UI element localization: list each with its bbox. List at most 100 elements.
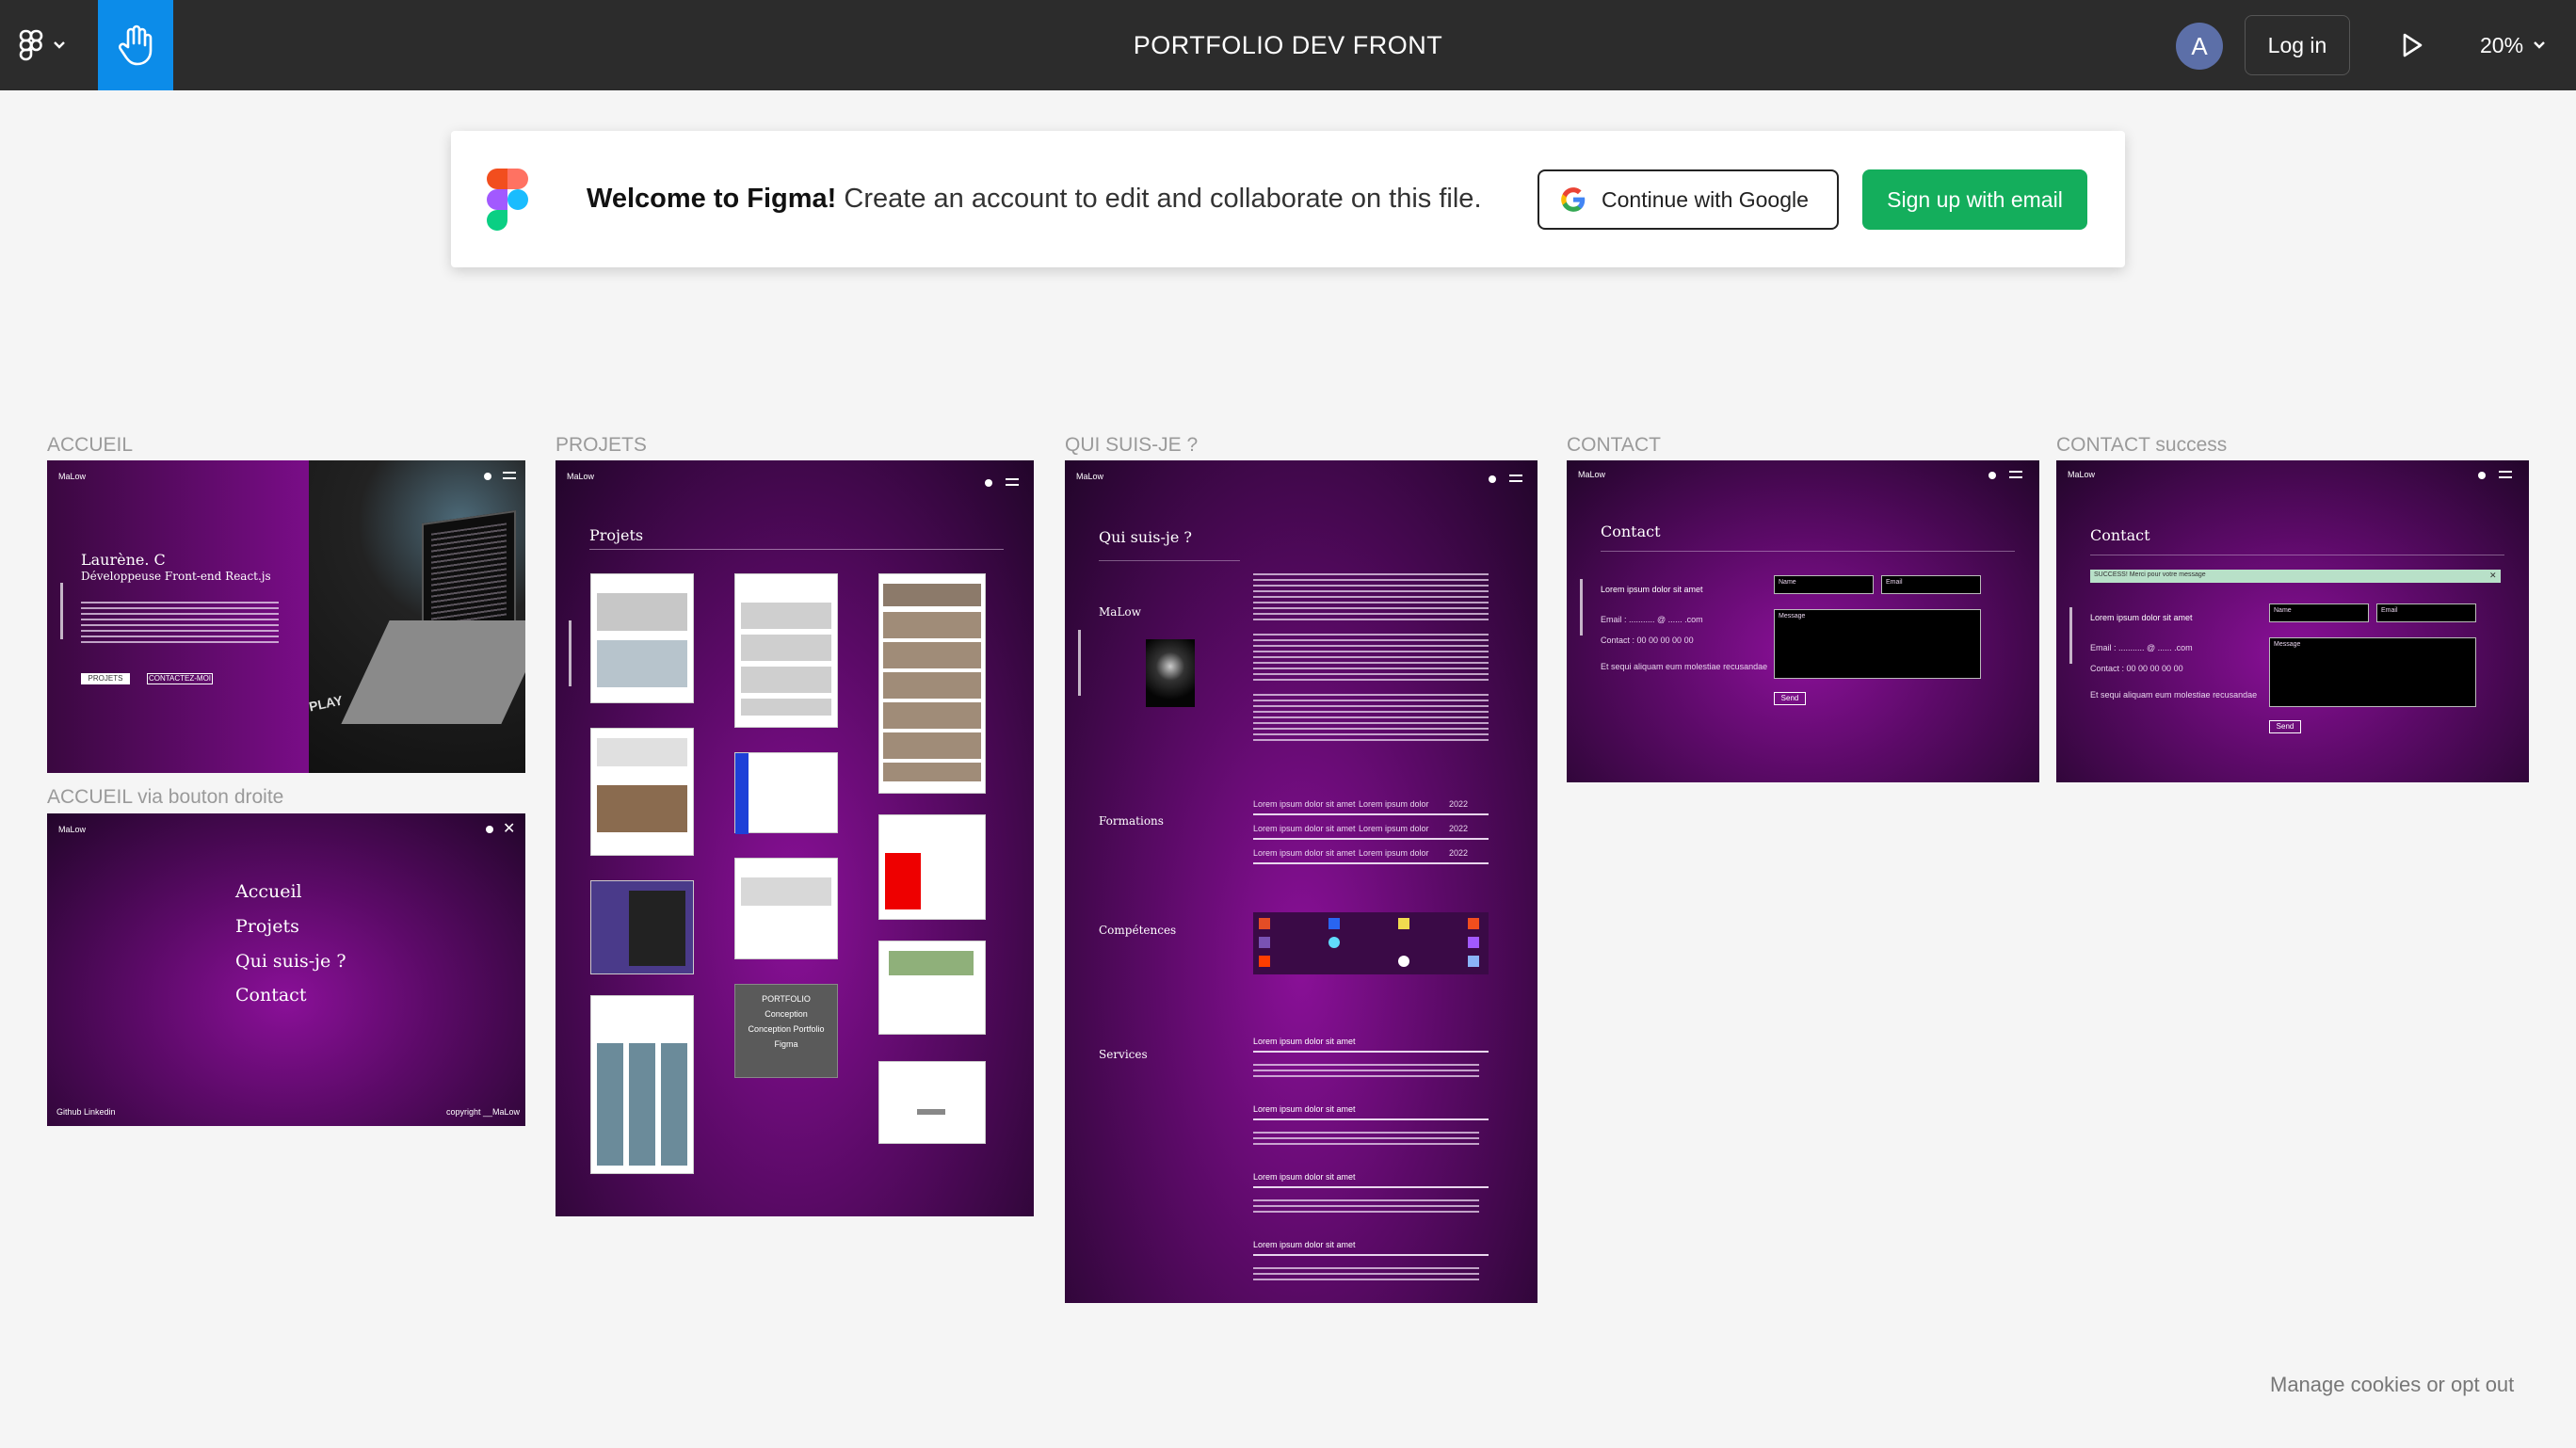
formation-cell: Lorem ipsum dolor <box>1359 848 1429 858</box>
continue-with-google-button[interactable]: Continue with Google <box>1538 169 1839 230</box>
project-thumb <box>590 880 694 974</box>
email-placeholder: Email <box>1886 579 1903 586</box>
service-title: Lorem ipsum dolor sit amet <box>1253 1172 1356 1182</box>
name-placeholder: Name <box>2274 607 2292 614</box>
zoom-level: 20% <box>2480 32 2524 57</box>
service-rule <box>1253 1186 1489 1188</box>
project-thumb <box>878 573 986 794</box>
contact-intro: Lorem ipsum dolor sit amet <box>2090 613 2193 622</box>
figma-menu-icon <box>19 29 43 61</box>
menu-icon <box>2009 471 2022 478</box>
service-title: Lorem ipsum dolor sit amet <box>1253 1240 1356 1249</box>
footer-links: Github Linkedin <box>56 1107 116 1117</box>
name-field: Name <box>1774 575 1874 594</box>
menu-item-qui: Qui suis-je ? <box>235 951 346 972</box>
formation-cell: Lorem ipsum dolor sit amet <box>1253 824 1356 833</box>
portfolio-card: PORTFOLIO Conception Conception Portfoli… <box>734 984 838 1078</box>
frame-accueil-menu[interactable]: MaLow ✕ Accueil Projets Qui suis-je ? Co… <box>47 813 525 1126</box>
hero-name: Laurène. C <box>81 551 166 569</box>
google-button-label: Continue with Google <box>1602 186 1809 212</box>
service-rule <box>1253 1118 1489 1120</box>
theme-toggle-icon <box>1988 472 1996 479</box>
contact-phone: Contact : 00 00 00 00 00 <box>2090 664 2183 673</box>
menu-icon <box>503 472 516 479</box>
card-line: Conception Portfolio <box>748 1024 825 1034</box>
present-button[interactable] <box>2391 24 2433 66</box>
figma-logo-icon <box>487 169 528 231</box>
theme-toggle-icon <box>2478 472 2486 479</box>
laptop-keyboard <box>341 620 525 724</box>
project-thumb <box>590 573 694 703</box>
contact-note: Et sequi aliquam eum molestiae recusanda… <box>1601 662 1768 671</box>
qui-heading: Qui suis-je ? <box>1099 528 1192 546</box>
close-icon: ✕ <box>2489 571 2497 580</box>
profile-photo <box>1146 639 1195 707</box>
hero-role: Développeuse Front-end React.js <box>81 570 271 583</box>
hand-tool-button[interactable] <box>98 0 173 90</box>
menu-icon <box>1006 478 1019 486</box>
login-button[interactable]: Log in <box>2245 15 2350 75</box>
formation-rule <box>1253 862 1489 864</box>
brand-logo: MaLow <box>2068 470 2096 479</box>
close-icon: ✕ <box>503 821 516 837</box>
brand-logo: MaLow <box>1578 470 1606 479</box>
brand-logo: MaLow <box>1076 472 1104 481</box>
frame-label-contact-success: CONTACT success <box>2056 434 2228 456</box>
frame-contact-success[interactable]: MaLow Contact SUCCESS! Merci pour votre … <box>2056 460 2529 782</box>
service-title: Lorem ipsum dolor sit amet <box>1253 1037 1356 1046</box>
manage-cookies-link[interactable]: Manage cookies or opt out <box>2270 1373 2514 1397</box>
frame-accueil[interactable]: MaLow PLAY Laurène. C Développeuse Front… <box>47 460 525 773</box>
menu-item-projets: Projets <box>235 916 299 937</box>
message-field: Message <box>2269 637 2476 707</box>
signup-email-button[interactable]: Sign up with email <box>1862 169 2087 230</box>
formations-heading: Formations <box>1099 814 1164 828</box>
avatar[interactable]: A <box>2176 23 2223 70</box>
toolbar: PORTFOLIO DEV FRONT A Log in 20% <box>0 0 2576 90</box>
message-placeholder: Message <box>2274 641 2301 648</box>
name-placeholder: Name <box>1779 579 1796 586</box>
welcome-message: Welcome to Figma! Create an account to e… <box>587 131 1482 267</box>
frame-projets[interactable]: MaLow Projets PORTFOLIO Conception Conce… <box>555 460 1034 1216</box>
frame-contact[interactable]: MaLow Contact Lorem ipsum dolor sit amet… <box>1567 460 2039 782</box>
frame-label-qui: QUI SUIS-JE ? <box>1065 434 1199 456</box>
project-thumb <box>878 941 986 1035</box>
formation-cell: 2022 <box>1449 848 1469 858</box>
service-rule <box>1253 1254 1489 1256</box>
frame-qui-suis-je[interactable]: MaLow Qui suis-je ? MaLow Formations Lor… <box>1065 460 1538 1303</box>
project-thumb <box>878 814 986 920</box>
heading-rule <box>1601 551 2015 552</box>
email-placeholder: Email <box>2381 607 2398 614</box>
send-button: Send <box>1774 692 1806 705</box>
formation-rule <box>1253 813 1489 815</box>
service-text <box>1253 1267 1479 1280</box>
hero-paragraph <box>81 602 279 647</box>
message-placeholder: Message <box>1779 613 1806 619</box>
social-sidebar <box>1580 579 1583 636</box>
social-sidebar <box>2069 607 2072 664</box>
service-rule <box>1253 1051 1489 1053</box>
hand-icon <box>119 24 153 66</box>
contact-button: CONTACTEZ-MOI <box>147 673 213 684</box>
name-field: Name <box>2269 603 2369 622</box>
competences-heading: Compétences <box>1099 924 1177 937</box>
card-line: Figma <box>774 1039 798 1049</box>
email-field: Email <box>1881 575 1981 594</box>
success-alert: SUCCESS! Merci pour votre message ✕ <box>2090 570 2501 583</box>
formation-cell: Lorem ipsum dolor <box>1359 799 1429 809</box>
zoom-dropdown[interactable]: 20% <box>2480 24 2546 66</box>
project-thumb <box>734 858 838 959</box>
mug-text: PLAY <box>307 692 345 715</box>
chevron-down-icon <box>2534 41 2545 49</box>
bio-paragraph <box>1253 694 1489 745</box>
contact-phone: Contact : 00 00 00 00 00 <box>1601 636 1694 645</box>
theme-toggle-icon <box>1489 475 1496 483</box>
service-text <box>1253 1199 1479 1213</box>
signup-banner: Welcome to Figma! Create an account to e… <box>451 131 2125 267</box>
formation-cell: 2022 <box>1449 799 1469 809</box>
footer-copyright: copyright __MaLow <box>446 1107 521 1117</box>
contact-email: Email : ........... @ ...... .com <box>1601 615 1703 624</box>
contact-intro: Lorem ipsum dolor sit amet <box>1601 585 1703 594</box>
main-menu-button[interactable] <box>19 21 85 70</box>
project-thumb <box>878 1061 986 1144</box>
projets-heading: Projets <box>589 526 644 544</box>
